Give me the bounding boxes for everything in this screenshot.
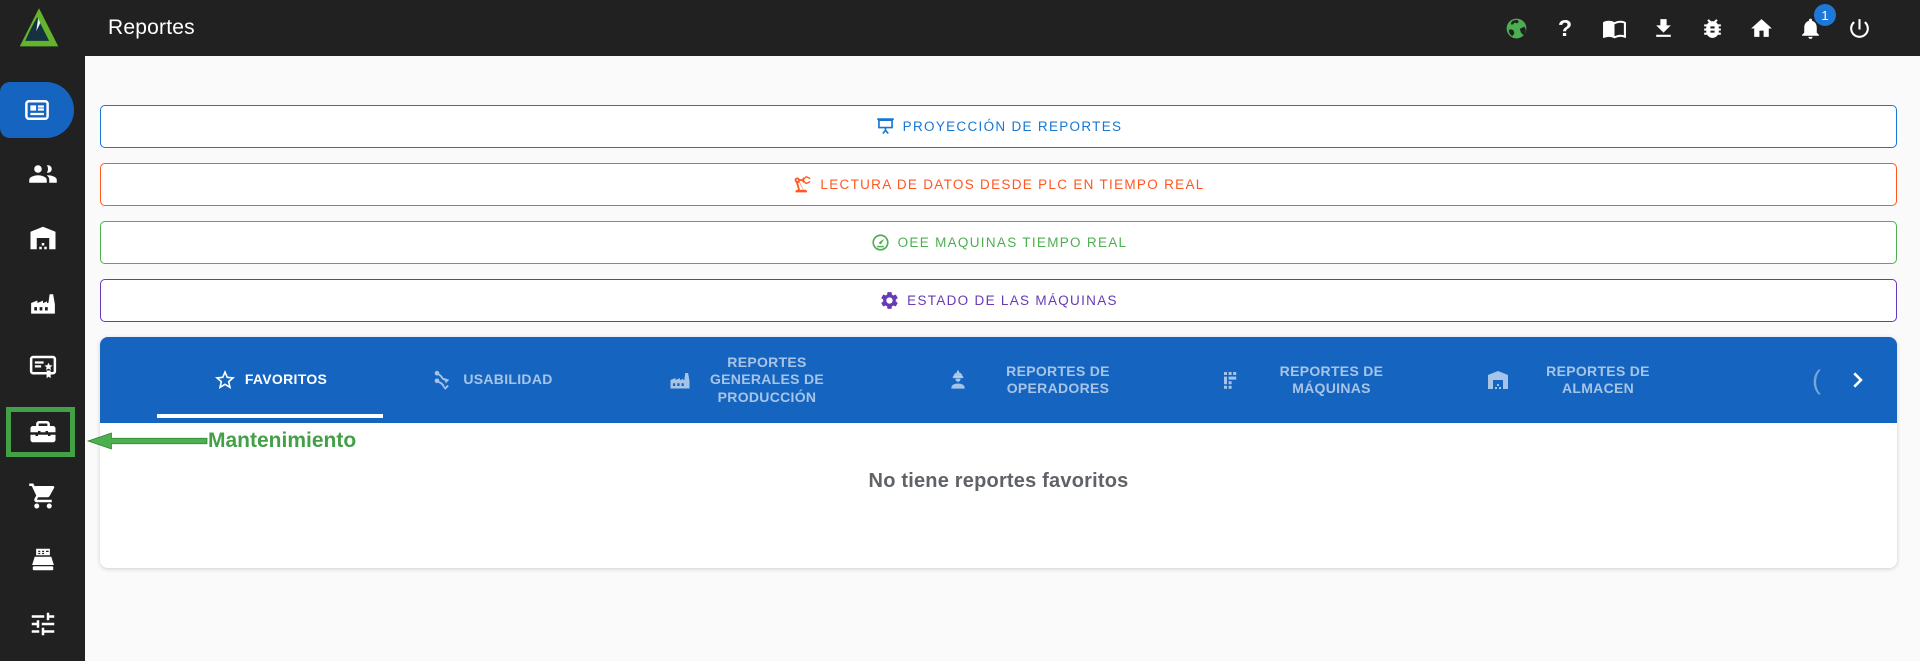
oee-maquinas-button[interactable]: OEE MAQUINAS TIEMPO REAL [100, 221, 1897, 264]
tab-reportes-de-operadores[interactable]: REPORTES DE OPERADORES [901, 337, 1183, 423]
favorites-panel-body: No tiene reportes favoritos [100, 423, 1897, 568]
sidebar-item-reports[interactable] [0, 82, 85, 138]
topbar-icon-group: ? 1 [1503, 4, 1920, 41]
action-label: LECTURA DE DATOS DESDE PLC EN TIEMPO REA… [820, 177, 1205, 192]
annotation-label: Mantenimiento [208, 429, 357, 452]
users-icon [28, 165, 57, 183]
sidebar-item-sales[interactable] [0, 532, 85, 587]
tune-icon [31, 613, 54, 636]
tab-label: REPORTES DE ALMACEN [1546, 362, 1650, 397]
tab-label: USABILIDAD [463, 371, 553, 388]
top-bar: Reportes ? 1 [0, 0, 1920, 56]
tab-label: REPORTES GENERALES DE PRODUCCIÓN [709, 353, 825, 405]
projector-screen-icon [876, 118, 894, 135]
sidebar-item-production[interactable] [0, 275, 85, 330]
globe-icon[interactable] [1503, 15, 1529, 41]
notification-badge: 1 [1814, 4, 1836, 26]
download-icon[interactable] [1650, 15, 1676, 41]
gear-icon [881, 292, 898, 309]
certificate-icon [29, 355, 56, 379]
app-logo [16, 5, 62, 51]
action-label: PROYECCIÓN DE REPORTES [902, 119, 1123, 134]
tab-reportes-de-almacen[interactable]: REPORTES DE ALMACEN [1448, 337, 1716, 423]
star-icon [214, 370, 235, 389]
action-label: OEE MAQUINAS TIEMPO REAL [897, 235, 1128, 250]
tab-label: REPORTES DE OPERADORES [1006, 362, 1110, 397]
estado-maquinas-button[interactable]: ESTADO DE LAS MÁQUINAS [100, 279, 1897, 322]
tab-label: REPORTES DE MÁQUINAS [1279, 362, 1384, 397]
sidebar [0, 56, 85, 661]
reports-panel: FAVORITOS USABILIDAD REPORTES GENERALES … [100, 337, 1897, 568]
tab-paginator: ( [1812, 337, 1897, 423]
quick-actions: PROYECCIÓN DE REPORTES LECTURA DE DATOS … [85, 56, 1920, 322]
tab-favoritos[interactable]: FAVORITOS [157, 337, 383, 423]
manual-book-icon[interactable] [1601, 15, 1627, 41]
help-icon[interactable]: ? [1552, 15, 1578, 41]
notifications-icon[interactable]: 1 [1797, 4, 1836, 41]
machines-icon [1223, 372, 1236, 389]
chevron-right-icon[interactable] [1845, 367, 1871, 393]
main-content: PROYECCIÓN DE REPORTES LECTURA DE DATOS … [85, 56, 1920, 661]
bug-report-icon[interactable] [1699, 15, 1725, 41]
annotation-arrow [86, 432, 208, 450]
proyeccion-de-reportes-button[interactable]: PROYECCIÓN DE REPORTES [100, 105, 1897, 148]
tab-reportes-de-maquinas[interactable]: REPORTES DE MÁQUINAS [1183, 337, 1448, 423]
factory-icon [670, 373, 689, 389]
reports-icon [25, 99, 49, 120]
lectura-plc-button[interactable]: LECTURA DE DATOS DESDE PLC EN TIEMPO REA… [100, 163, 1897, 206]
operator-icon [951, 370, 965, 389]
tab-reportes-generales-de-produccion[interactable]: REPORTES GENERALES DE PRODUCCIÓN [601, 337, 901, 423]
sidebar-item-warehouse[interactable] [0, 211, 85, 266]
warehouse-icon [1488, 371, 1508, 389]
home-icon[interactable] [1748, 15, 1774, 41]
tab-bar: FAVORITOS USABILIDAD REPORTES GENERALES … [100, 337, 1897, 423]
sidebar-item-maintenance[interactable] [0, 404, 85, 459]
sidebar-item-users[interactable] [0, 146, 85, 201]
cash-register-icon [31, 548, 54, 571]
sidebar-item-certificates[interactable] [0, 339, 85, 394]
gauge-icon [872, 234, 889, 251]
tab-label: FAVORITOS [244, 371, 328, 388]
warehouse-icon [30, 227, 55, 250]
tab-usabilidad[interactable]: USABILIDAD [383, 337, 601, 423]
page-title: Reportes [108, 16, 195, 39]
usability-icon [435, 370, 450, 390]
sidebar-item-settings[interactable] [0, 597, 85, 652]
paginate-left-icon[interactable]: ( [1812, 365, 1821, 396]
sidebar-item-purchases[interactable] [0, 468, 85, 523]
shopping-cart-icon [28, 483, 54, 509]
factory-icon [30, 293, 55, 314]
action-label: ESTADO DE LAS MÁQUINAS [907, 293, 1118, 308]
empty-favorites-message: No tiene reportes favoritos [868, 470, 1129, 492]
robot-arm-icon [795, 176, 811, 193]
power-icon[interactable] [1846, 15, 1872, 41]
maintenance-highlight-box [6, 406, 75, 457]
